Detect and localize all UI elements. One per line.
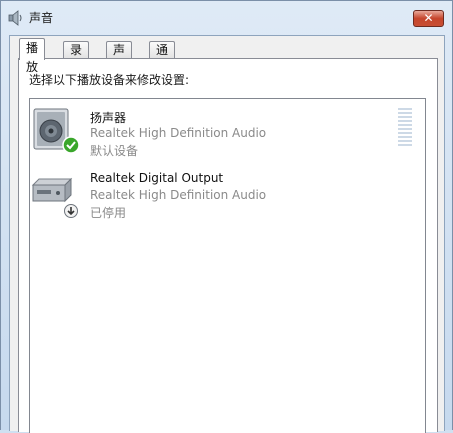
device-status: 默认设备 xyxy=(90,144,139,158)
window-title: 声音 xyxy=(29,11,54,25)
speaker-device-icon xyxy=(33,108,80,154)
close-button[interactable]: ✕ xyxy=(413,10,444,27)
device-digital-output[interactable]: Realtek Digital Output Realtek High Defi… xyxy=(30,163,425,221)
sound-dialog: 声音 ✕ 播放 录制 声音 通信 选择以下播放设备来修改设置: xyxy=(0,0,453,433)
tab-playback[interactable]: 播放 xyxy=(19,38,46,74)
playback-device-list[interactable]: 扬声器 Realtek High Definition Audio 默认设备 R… xyxy=(29,98,426,433)
tab-communications[interactable]: 通信 xyxy=(149,41,176,73)
volume-level-meter xyxy=(398,108,412,148)
device-name: Realtek Digital Output xyxy=(90,171,224,185)
close-icon: ✕ xyxy=(423,11,434,25)
digital-output-device-icon xyxy=(31,177,78,218)
tab-sounds[interactable]: 声音 xyxy=(106,41,133,73)
dialog-client-area: 播放 录制 声音 通信 选择以下播放设备来修改设置: xyxy=(9,35,445,433)
disabled-down-arrow-icon xyxy=(64,204,78,218)
tab-recording[interactable]: 录制 xyxy=(63,41,90,73)
playback-tab-panel: 选择以下播放设备来修改设置: 扬声器 Realtek High Definiti… xyxy=(18,58,438,433)
playback-instruction: 选择以下播放设备来修改设置: xyxy=(29,73,190,87)
device-description: Realtek High Definition Audio xyxy=(90,126,267,140)
speaker-icon xyxy=(8,10,22,26)
device-name: 扬声器 xyxy=(90,111,127,125)
title-bar[interactable]: 声音 ✕ xyxy=(1,1,452,33)
device-status: 已停用 xyxy=(90,206,127,220)
default-check-icon xyxy=(62,136,80,154)
device-speakers[interactable]: 扬声器 Realtek High Definition Audio 默认设备 xyxy=(30,101,425,159)
device-description: Realtek High Definition Audio xyxy=(90,188,267,202)
